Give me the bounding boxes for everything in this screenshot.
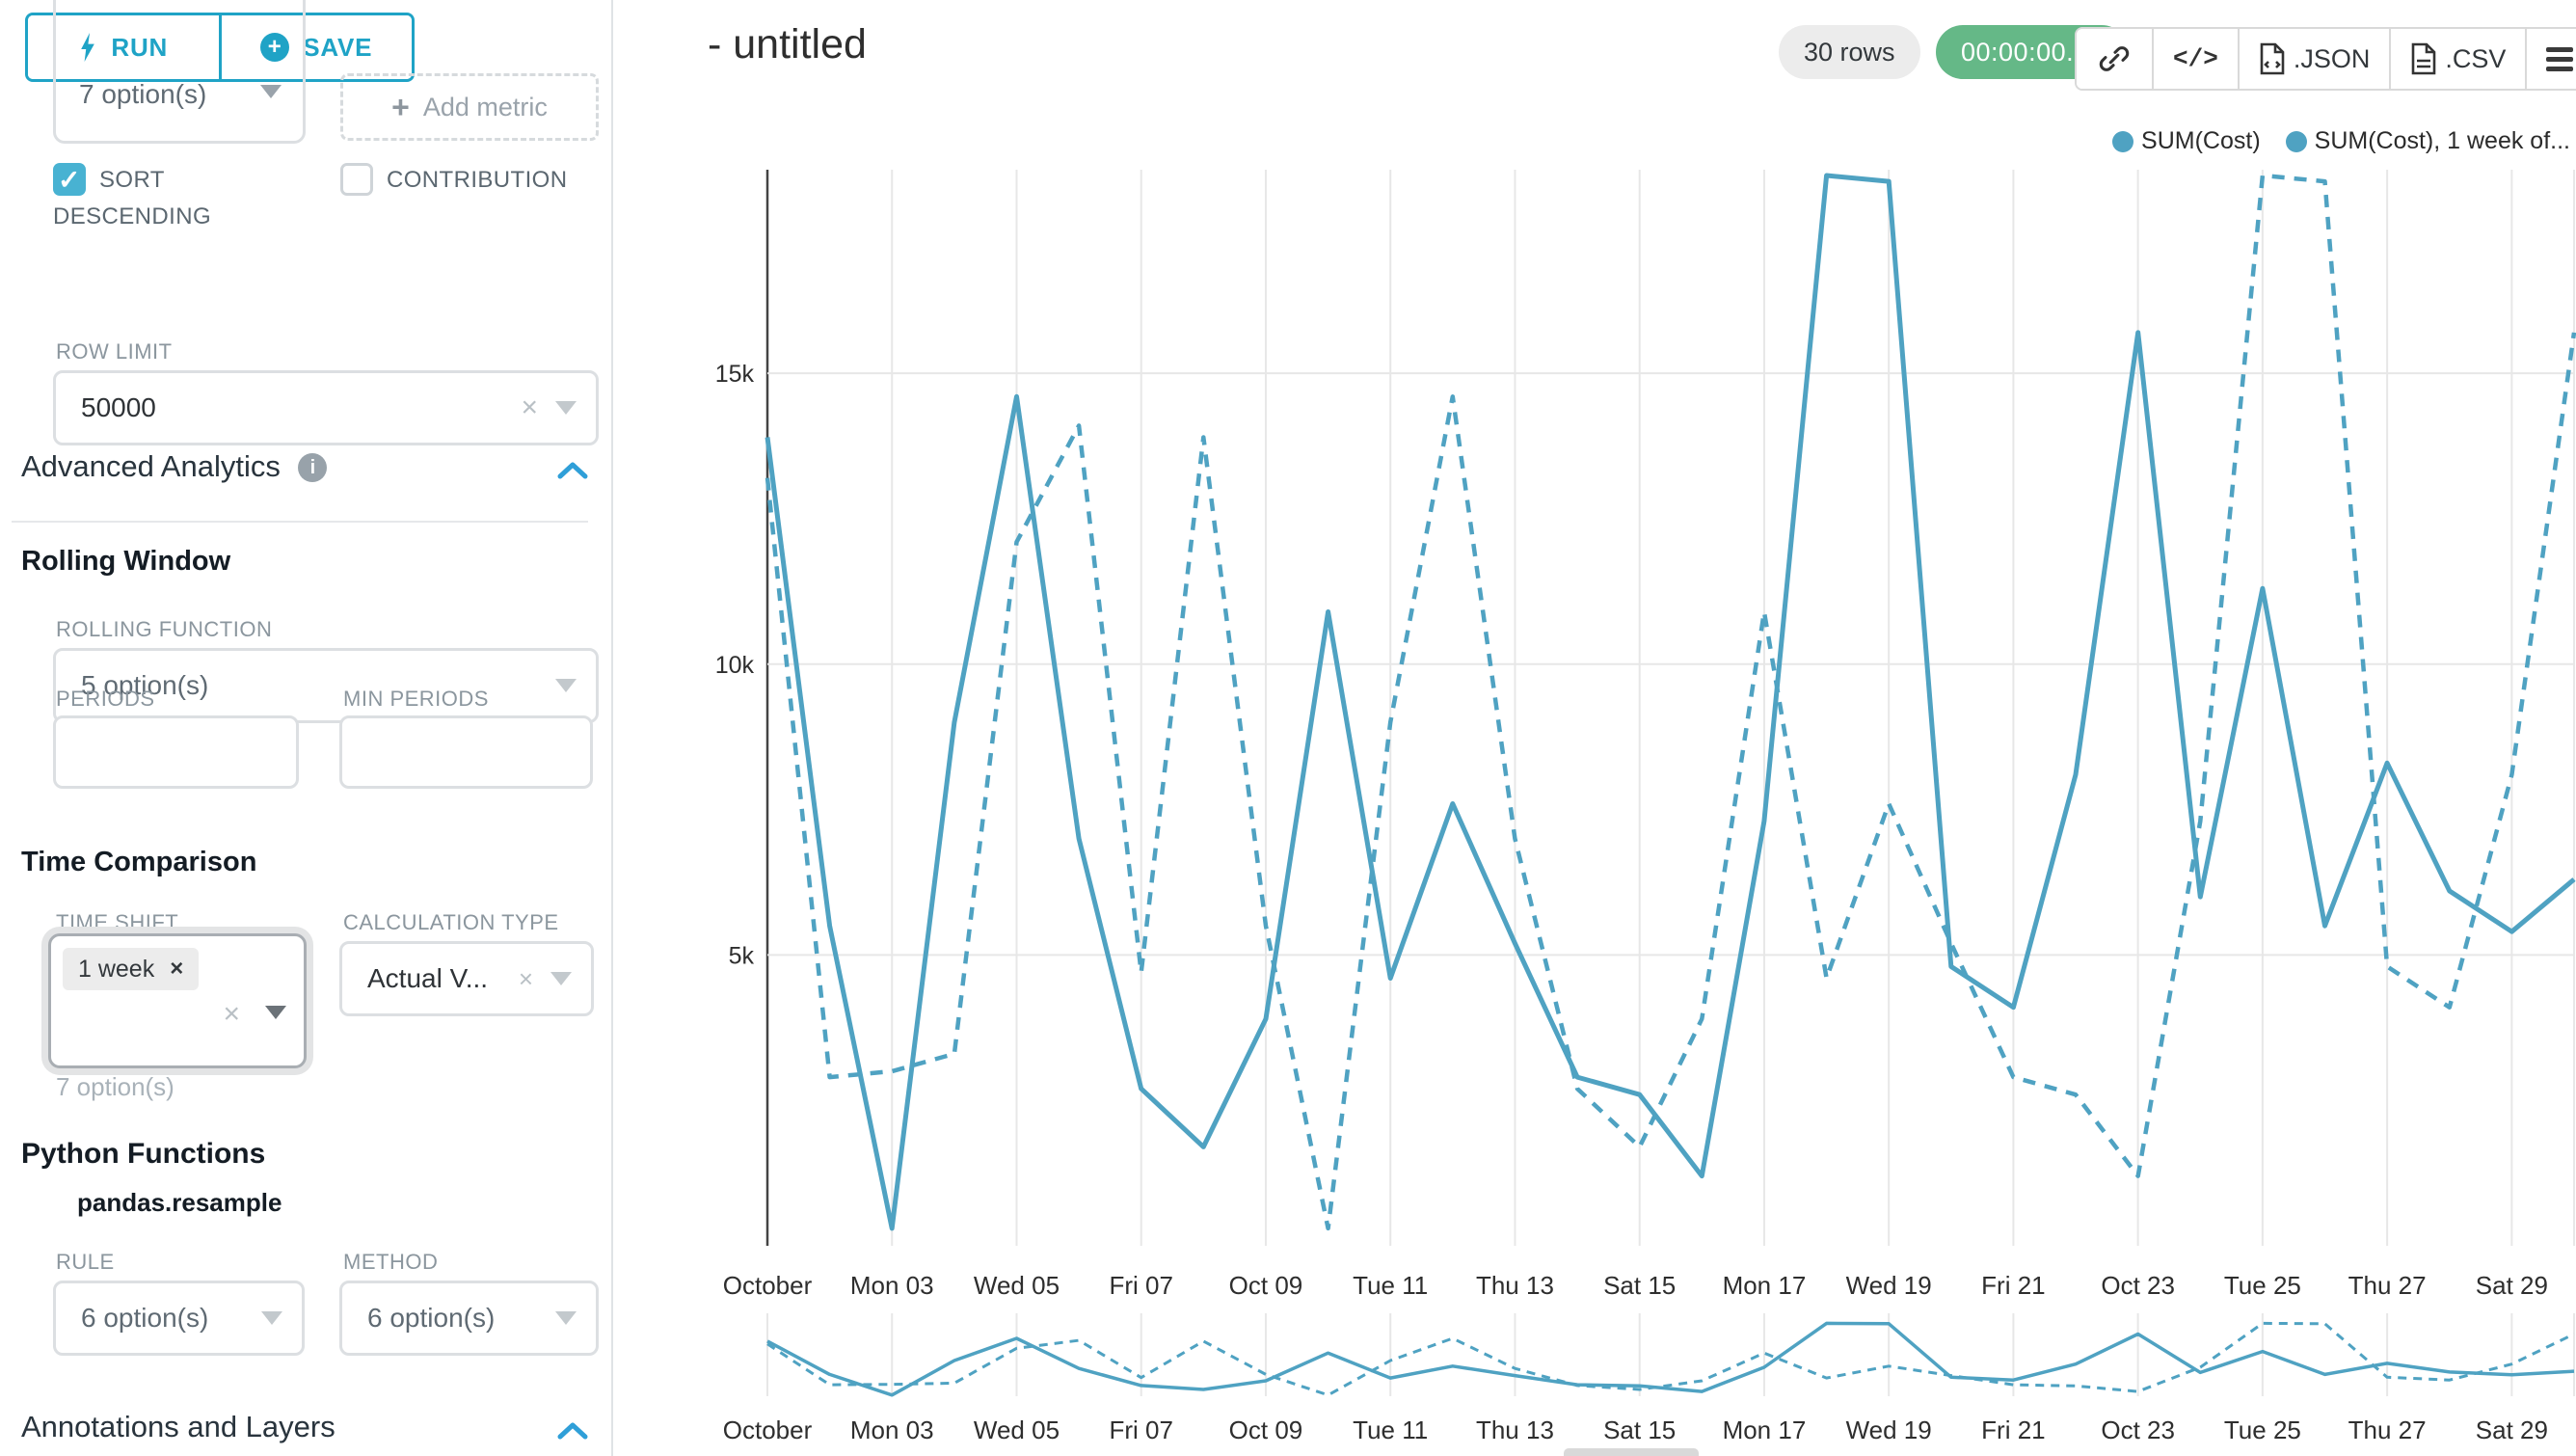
save-button-label: SAVE	[303, 33, 372, 63]
collapse-chevron-up-icon[interactable]	[557, 1421, 588, 1441]
chevron-down-icon[interactable]	[550, 972, 572, 985]
chevron-down-icon[interactable]	[555, 401, 577, 415]
min-periods-input[interactable]	[339, 715, 593, 789]
chevron-down-icon[interactable]	[555, 1311, 577, 1325]
x-axis-tick-label: Oct 23	[2101, 1416, 2175, 1444]
row-limit-label: ROW LIMIT	[56, 339, 173, 364]
time-shift-helper: 7 option(s)	[56, 1072, 174, 1102]
x-axis-tick-label: Oct 09	[1229, 1271, 1303, 1300]
y-axis-tick-label: 15k	[715, 361, 755, 388]
x-axis-tick-label: Mon 03	[850, 1416, 934, 1444]
x-axis-tick-label: Thu 13	[1476, 1271, 1554, 1300]
chevron-down-icon[interactable]	[555, 679, 577, 692]
x-axis-tick-label: October	[723, 1416, 813, 1444]
series-line-dashed[interactable]	[767, 175, 2574, 1228]
x-axis-tick-label: Fri 21	[1981, 1271, 2045, 1300]
time-shift-tag: 1 week ×	[63, 948, 199, 990]
clear-icon[interactable]: ×	[223, 1000, 240, 1029]
control-panel-sidebar: RUN + SAVE 7 option(s) + Add metric ✓SOR…	[0, 0, 613, 1456]
method-value: 6 option(s)	[367, 1303, 495, 1334]
method-select[interactable]: 6 option(s)	[339, 1281, 599, 1356]
clear-icon[interactable]: ×	[519, 966, 533, 991]
x-axis-tick-label: Tue 25	[2224, 1271, 2301, 1300]
rule-value: 6 option(s)	[81, 1303, 208, 1334]
calculation-type-value: Actual V...	[367, 963, 488, 994]
rolling-function-label: ROLLING FUNCTION	[56, 617, 272, 642]
checkbox-checked-icon[interactable]: ✓	[53, 163, 86, 196]
x-axis-tick-label: Fri 07	[1109, 1271, 1172, 1300]
method-label: METHOD	[343, 1250, 438, 1275]
row-limit-select[interactable]: 50000 ×	[53, 370, 599, 445]
x-axis-tick-label: Fri 21	[1981, 1416, 2045, 1444]
time-comparison-title: Time Comparison	[21, 847, 256, 878]
x-axis-tick-label: Oct 23	[2101, 1271, 2175, 1300]
rule-select[interactable]: 6 option(s)	[53, 1281, 305, 1356]
add-metric-label: Add metric	[423, 93, 548, 122]
time-shift-label: TIME SHIFT	[56, 910, 178, 935]
pandas-resample-label: pandas.resample	[77, 1188, 282, 1218]
add-metric-button[interactable]: + Add metric	[340, 73, 599, 141]
chart-area: - untitled 30 rows 00:00:00.15 </>	[613, 0, 2576, 1456]
y-axis-tick-label: 10k	[715, 652, 755, 679]
periods-input[interactable]	[53, 715, 299, 789]
x-axis-tick-label: Wed 19	[1846, 1416, 1932, 1444]
series-line-solid[interactable]	[767, 175, 2574, 1228]
x-axis-tick-label: Wed 05	[974, 1271, 1060, 1300]
x-axis-tick-label: Thu 27	[2348, 1271, 2427, 1300]
x-axis-tick-label: October	[723, 1271, 813, 1300]
x-axis-tick-label: Wed 05	[974, 1416, 1060, 1444]
checkbox-unchecked-icon[interactable]	[340, 163, 373, 196]
collapse-chevron-up-icon[interactable]	[557, 461, 588, 480]
row-limit-value: 50000	[81, 392, 156, 423]
calculation-type-label: CALCULATION TYPE	[343, 910, 559, 935]
periods-label: PERIODS	[56, 687, 155, 712]
x-axis-tick-label: Oct 09	[1229, 1416, 1303, 1444]
advanced-analytics-header: Advanced Analytics i	[21, 449, 327, 484]
x-axis-tick-label: Tue 11	[1353, 1271, 1428, 1300]
rule-label: RULE	[56, 1250, 115, 1275]
x-axis-tick-label: Fri 07	[1109, 1416, 1172, 1444]
divider	[12, 521, 588, 523]
contribution-label: CONTRIBUTION	[387, 167, 567, 193]
x-axis-tick-label: Tue 25	[2224, 1416, 2301, 1444]
metric-select-value: 7 option(s)	[79, 79, 206, 110]
x-axis-tick-label: Mon 03	[850, 1271, 934, 1300]
time-shift-multiselect[interactable]: 1 week × ×	[48, 933, 307, 1068]
timeseries-line-chart[interactable]: 5k 10k 15k October Mon 03 Wed 05 Fri 07 Oct 09 T…	[613, 0, 2576, 1456]
metric-select-truncated[interactable]: 7 option(s)	[53, 0, 306, 144]
rolling-window-title: Rolling Window	[21, 546, 230, 578]
partial-bottom-element	[1564, 1448, 1699, 1456]
info-icon: i	[298, 453, 327, 482]
x-axis-tick-label: Thu 27	[2348, 1416, 2427, 1444]
x-axis-tick-label: Sat 29	[2476, 1416, 2548, 1444]
x-axis-tick-label: Tue 11	[1353, 1416, 1428, 1444]
contribution-checkbox-row[interactable]: CONTRIBUTION	[340, 162, 610, 199]
y-axis-tick-label: 5k	[729, 942, 755, 969]
range-preview-plot[interactable]: October Mon 03 Wed 05 Fri 07 Oct 09 Tue 11 Thu…	[723, 1313, 2574, 1444]
x-axis-tick-label: Mon 17	[1723, 1416, 1807, 1444]
x-axis-tick-label: Thu 13	[1476, 1416, 1554, 1444]
series-line-dashed[interactable]	[767, 1323, 2574, 1394]
remove-tag-icon[interactable]: ×	[170, 956, 183, 983]
clear-icon[interactable]: ×	[521, 393, 538, 422]
annotations-layers-header: Annotations and Layers	[21, 1410, 335, 1444]
x-axis-tick-label: Sat 15	[1603, 1416, 1676, 1444]
x-axis-tick-label: Mon 17	[1723, 1271, 1807, 1300]
chart-explorer: RUN + SAVE 7 option(s) + Add metric ✓SOR…	[0, 0, 2576, 1456]
chevron-down-icon[interactable]	[265, 1006, 286, 1019]
min-periods-label: MIN PERIODS	[343, 687, 489, 712]
time-shift-tag-label: 1 week	[78, 956, 154, 984]
x-axis-tick-label: Sat 29	[2476, 1271, 2548, 1300]
sort-descending-checkbox-row[interactable]: ✓SORT DESCENDING	[53, 162, 284, 235]
main-plot[interactable]: 5k 10k 15k October Mon 03 Wed 05 Fri 07 Oct 09 T…	[715, 170, 2574, 1300]
rolling-function-select[interactable]: 5 option(s)	[53, 648, 599, 723]
chevron-down-icon[interactable]	[261, 1311, 282, 1325]
calculation-type-select[interactable]: Actual V... ×	[339, 941, 594, 1016]
x-axis-tick-label: Sat 15	[1603, 1271, 1676, 1300]
chevron-down-icon[interactable]	[260, 85, 282, 98]
x-axis-tick-label: Wed 19	[1846, 1271, 1932, 1300]
plus-icon: +	[391, 90, 410, 125]
python-functions-title: Python Functions	[21, 1138, 265, 1171]
